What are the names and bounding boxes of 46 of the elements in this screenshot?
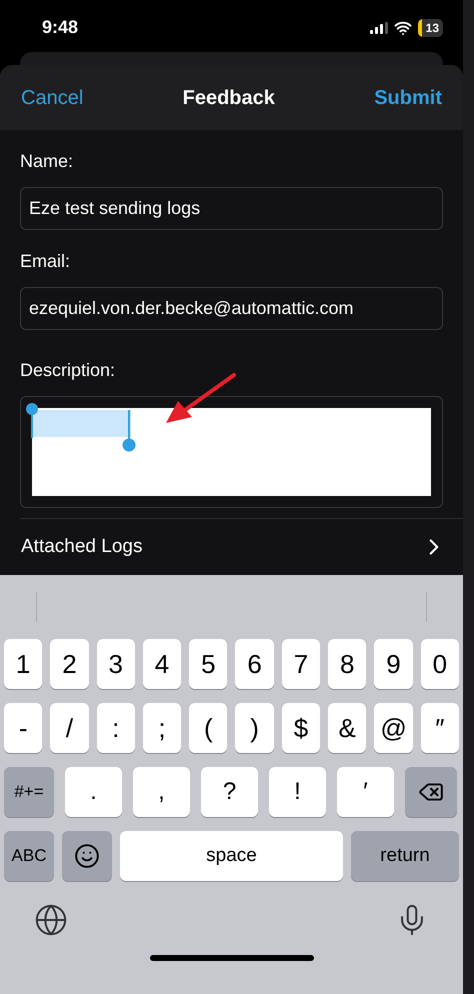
- keyboard-key[interactable]: -: [4, 703, 42, 753]
- keyboard-key[interactable]: /: [50, 703, 89, 753]
- keyboard-key[interactable]: ′: [337, 767, 394, 817]
- battery-indicator: 13: [418, 18, 443, 36]
- keyboard-key[interactable]: ″: [420, 703, 459, 753]
- emoji-icon: [74, 843, 100, 869]
- submit-button[interactable]: Submit: [374, 82, 442, 112]
- field-label: Email:: [20, 250, 72, 273]
- keyboard-key[interactable]: &: [328, 703, 366, 753]
- keyboard-key[interactable]: $: [282, 703, 320, 753]
- keyboard-key[interactable]: 7: [282, 639, 320, 689]
- keyboard-key[interactable]: 0: [420, 639, 459, 689]
- keyboard-key[interactable]: :: [96, 703, 135, 753]
- description-field[interactable]: [20, 396, 443, 508]
- keyboard-key[interactable]: ): [235, 703, 274, 753]
- cancel-button[interactable]: Cancel: [21, 82, 84, 112]
- keyboard-key[interactable]: #+=: [4, 767, 54, 817]
- text-field[interactable]: ezequiel.von.der.becke@automattic.com: [20, 287, 443, 330]
- field-label: Name:: [20, 150, 74, 173]
- emoji-key[interactable]: [62, 831, 112, 881]
- space-key[interactable]: space: [120, 831, 343, 881]
- keyboard-key[interactable]: ;: [142, 703, 182, 753]
- status-time: 9:48: [42, 16, 78, 39]
- keyboard-key[interactable]: 1: [4, 639, 42, 689]
- delete-key[interactable]: [405, 767, 457, 817]
- keyboard-key[interactable]: (: [189, 703, 228, 753]
- keyboard-key[interactable]: 8: [328, 639, 366, 689]
- keyboard-key[interactable]: 4: [142, 639, 182, 689]
- keyboard-key[interactable]: @: [374, 703, 413, 753]
- keyboard-key[interactable]: 5: [189, 639, 228, 689]
- return-key[interactable]: return: [351, 831, 459, 881]
- keyboard-key[interactable]: ,: [133, 767, 190, 817]
- field-label: Description:: [20, 359, 116, 382]
- text-field[interactable]: Eze test sending logs: [20, 187, 443, 230]
- keyboard-key[interactable]: !: [269, 767, 326, 817]
- keyboard-key[interactable]: 6: [235, 639, 274, 689]
- keyboard-key[interactable]: 3: [96, 639, 135, 689]
- keyboard-key[interactable]: 2: [50, 639, 89, 689]
- signal-icon: [370, 22, 388, 34]
- keyboard-key[interactable]: .: [65, 767, 122, 817]
- sheet-title: Feedback: [182, 86, 275, 110]
- keyboard-key[interactable]: ABC: [4, 831, 54, 881]
- keyboard-key[interactable]: ?: [201, 767, 258, 817]
- keyboard-key[interactable]: 9: [374, 639, 413, 689]
- globe-icon[interactable]: [34, 903, 68, 937]
- attached-logs-row[interactable]: Attached Logs: [0, 519, 463, 575]
